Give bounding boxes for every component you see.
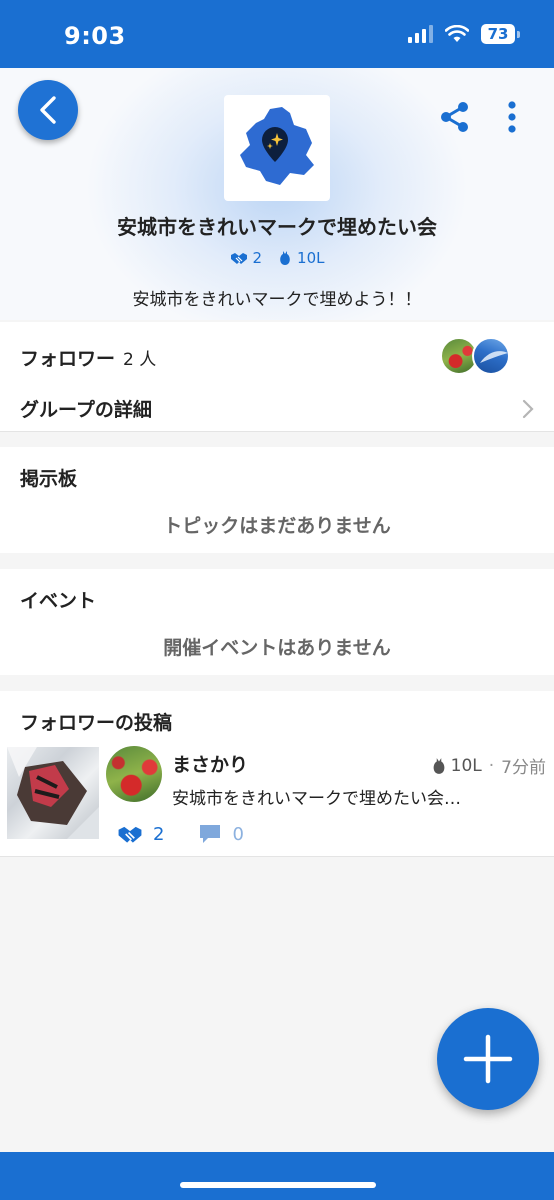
follower-avatars[interactable] xyxy=(440,337,520,377)
bottom-bar xyxy=(0,1152,554,1200)
wifi-icon xyxy=(445,25,469,42)
members-count: 2 xyxy=(252,249,263,267)
followers-count: 2 人 xyxy=(123,350,157,370)
followers-card: フォロワー 2 人 グループの詳細 xyxy=(0,322,554,432)
post-thumbnail[interactable] xyxy=(7,747,99,839)
post-author-name[interactable]: まさかり xyxy=(172,750,248,777)
group-details-row[interactable]: グループの詳細 xyxy=(20,395,534,422)
group-description: 安城市をきれいマークで埋めよう！！ xyxy=(132,290,422,310)
follower-posts-card: フォロワーの投稿 まさかり 10L · 7分前 安城市をきれいマークで埋めたい会… xyxy=(0,691,554,857)
back-arrow-icon xyxy=(40,96,56,124)
separator-dot: · xyxy=(488,755,495,776)
comment-icon xyxy=(200,825,221,843)
status-time: 9:03 xyxy=(64,22,126,50)
group-stats: 2 10L xyxy=(0,249,554,267)
handshake-icon xyxy=(118,826,142,843)
followers-label: フォロワー xyxy=(20,348,116,370)
trash-bag-icon xyxy=(433,757,445,774)
comment-button[interactable]: 0 xyxy=(198,823,244,845)
more-vertical-icon[interactable] xyxy=(500,100,524,136)
likes-count: 2 xyxy=(153,823,165,845)
board-empty-message: トピックはまだありません xyxy=(163,515,391,537)
battery-level: 73 xyxy=(481,24,515,44)
city-map-icon xyxy=(240,107,314,185)
trash-bag-icon xyxy=(280,251,290,265)
post-volume: 10L xyxy=(450,755,482,776)
post-text[interactable]: 安城市をきれいマークで埋めたい会… xyxy=(172,784,542,809)
group-title: 安城市をきれいマークで埋めたい会 xyxy=(117,215,437,239)
comments-count: 0 xyxy=(232,823,244,845)
board-title[interactable]: 掲示板 xyxy=(20,464,77,491)
plus-icon xyxy=(463,1034,513,1084)
post-actions: 2 0 xyxy=(117,823,244,845)
share-icon[interactable] xyxy=(438,100,472,134)
group-details-label: グループの詳細 xyxy=(20,399,152,421)
board-card: 掲示板 トピックはまだありません xyxy=(0,447,554,553)
like-button[interactable]: 2 xyxy=(117,824,164,845)
status-bar: 9:03 73 xyxy=(0,0,554,68)
events-empty-message: 開催イベントはありません xyxy=(163,637,391,659)
status-icons: 73 xyxy=(408,24,520,44)
volume-value: 10L xyxy=(297,249,325,267)
create-post-button[interactable] xyxy=(437,1008,539,1110)
back-button[interactable] xyxy=(18,80,78,140)
posts-title: フォロワーの投稿 xyxy=(20,712,173,734)
group-logo xyxy=(224,95,330,201)
avatar xyxy=(472,337,510,375)
members-stat: 2 xyxy=(230,249,263,267)
events-title[interactable]: イベント xyxy=(20,586,96,613)
volume-stat: 10L xyxy=(278,249,325,267)
battery-icon: 73 xyxy=(481,24,520,44)
post-author-avatar[interactable] xyxy=(106,746,162,802)
chevron-right-icon xyxy=(522,399,534,418)
handshake-icon xyxy=(230,253,247,264)
post-meta: 10L · 7分前 xyxy=(431,753,546,778)
post-time: 7分前 xyxy=(501,758,546,778)
events-card: イベント 開催イベントはありません xyxy=(0,569,554,675)
home-indicator xyxy=(180,1182,376,1188)
group-header: 安城市をきれいマークで埋めたい会 2 10L 安城市をきれいマークで埋めよう！！ xyxy=(0,68,554,320)
signal-icon xyxy=(408,25,433,43)
followers-row[interactable]: フォロワー 2 人 xyxy=(20,344,156,371)
